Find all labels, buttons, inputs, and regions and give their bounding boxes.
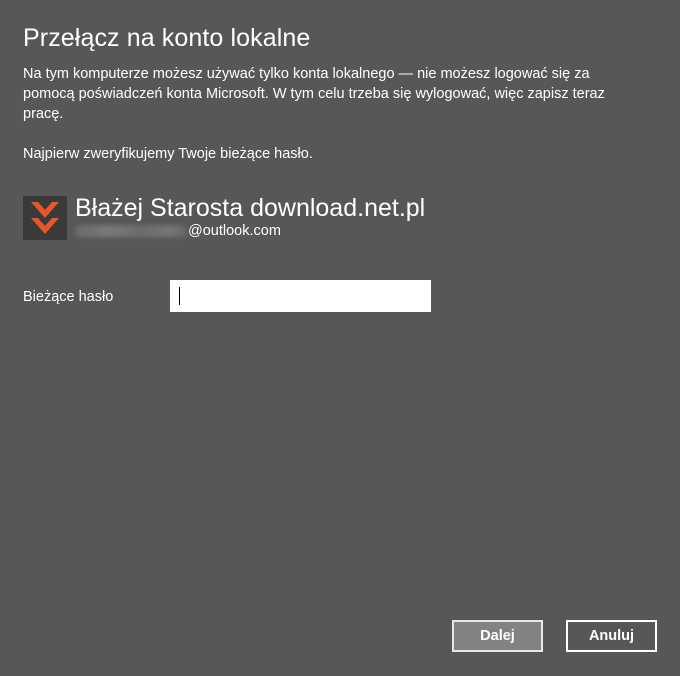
next-button[interactable]: Dalej [452, 620, 543, 652]
current-password-input[interactable] [170, 280, 431, 312]
password-label: Bieżące hasło [23, 289, 114, 305]
verify-instruction: Najpierw zweryfikujemy Twoje bieżące has… [23, 146, 313, 162]
account-info: Błażej Starosta download.net.pl @outlook… [23, 194, 426, 242]
dialog-description: Na tym komputerze możesz używać tylko ko… [23, 66, 605, 122]
account-email-domain: @outlook.com [188, 223, 281, 239]
redacted-email-user [75, 225, 187, 237]
account-name: Błażej Starosta download.net.pl [75, 194, 426, 222]
cancel-button[interactable]: Anuluj [566, 620, 657, 652]
dialog-title: Przełącz na konto lokalne [23, 24, 311, 52]
download-net-chevrons-icon [31, 202, 59, 234]
account-email: @outlook.com [75, 222, 425, 240]
text-caret [179, 287, 180, 305]
avatar [23, 196, 67, 240]
